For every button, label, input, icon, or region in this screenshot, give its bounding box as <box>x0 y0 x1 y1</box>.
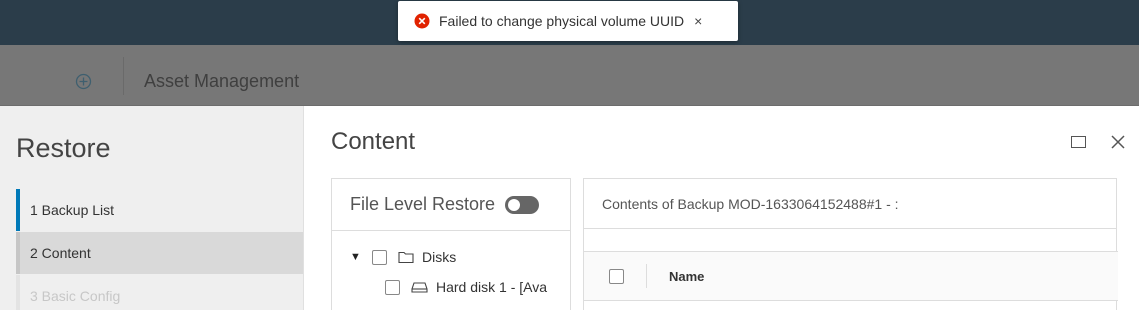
wizard-step-content[interactable]: 2 Content <box>16 232 303 274</box>
backup-contents-panel: Contents of Backup MOD-1633064152488#1 -… <box>583 178 1118 310</box>
tree-checkbox-disks[interactable] <box>372 249 387 265</box>
contents-header: Contents of Backup MOD-1633064152488#1 -… <box>584 179 1116 229</box>
close-icon[interactable] <box>1110 134 1126 155</box>
file-level-restore-toggle[interactable] <box>505 195 540 214</box>
plus-circle-icon[interactable] <box>75 73 92 95</box>
tree-panel-header: File Level Restore <box>332 179 570 231</box>
caret-down-icon[interactable]: ▼ <box>350 251 364 263</box>
wizard-title: Restore <box>16 133 111 163</box>
tree-checkbox-hard-disk[interactable] <box>385 279 400 295</box>
error-toast: Failed to change physical volume UUID × <box>398 1 738 41</box>
column-header-name[interactable]: Name <box>669 269 704 284</box>
error-circle-icon <box>414 13 430 29</box>
toggle-knob <box>508 198 521 211</box>
contents-grid: Name <box>584 251 1118 301</box>
tree-item-disks: ▼ Disks <box>350 249 456 265</box>
content-title: Content <box>331 128 416 155</box>
maximize-icon[interactable] <box>1071 136 1086 148</box>
file-tree-panel: File Level Restore ▼ Disks Hard disk 1 -… <box>331 178 571 310</box>
page-title: Asset Management <box>144 71 300 91</box>
wizard-nav: Restore 1 Backup List 2 Content 3 Basic … <box>0 106 304 310</box>
toast-message: Failed to change physical volume UUID <box>439 13 685 29</box>
column-separator <box>646 264 647 288</box>
wizard-step-basic-config: 3 Basic Config <box>16 275 303 310</box>
tree-label-hard-disk: Hard disk 1 - [Ava <box>436 279 548 295</box>
toast-close-button[interactable]: × <box>694 14 702 28</box>
asset-header: Asset Management <box>0 45 1139 106</box>
tree-label-disks: Disks <box>422 249 457 265</box>
disk-icon <box>411 281 428 294</box>
grid-header-row: Name <box>584 252 1118 301</box>
header-divider <box>123 57 124 95</box>
restore-modal: Restore 1 Backup List 2 Content 3 Basic … <box>0 106 1139 310</box>
select-all-checkbox[interactable] <box>609 268 624 284</box>
folder-icon <box>398 250 414 264</box>
wizard-step-backup-list[interactable]: 1 Backup List <box>16 189 303 231</box>
tree-item-hard-disk: Hard disk 1 - [Ava <box>385 279 547 295</box>
file-level-restore-label: File Level Restore <box>350 194 496 214</box>
